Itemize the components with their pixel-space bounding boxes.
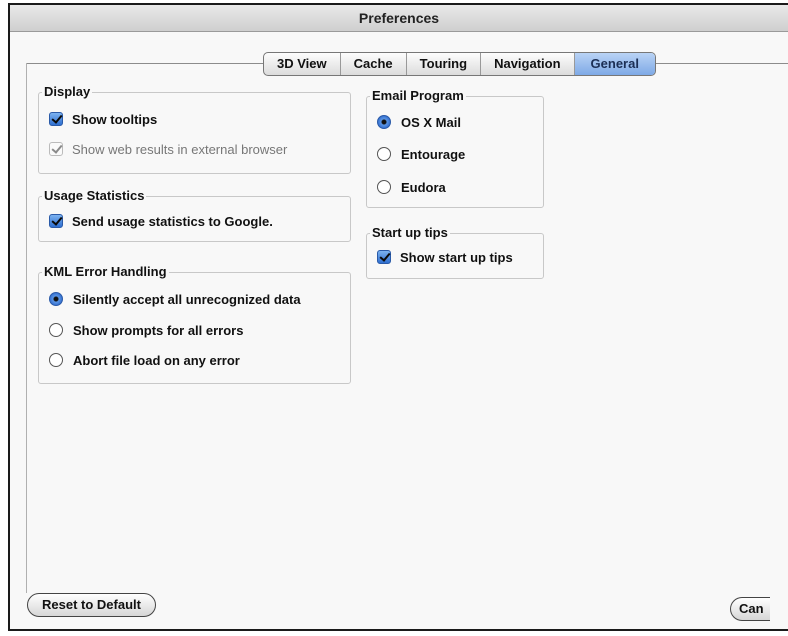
show-startup-tips-checkbox[interactable] [377, 250, 391, 264]
show-startup-tips-label: Show start up tips [400, 249, 513, 265]
usage-statistics-group: Usage Statistics Send usage statistics t… [38, 188, 351, 242]
reset-to-default-button[interactable]: Reset to Default [27, 593, 156, 617]
show-web-results-row: Show web results in external browser [49, 138, 287, 160]
kml-abort-load-radio[interactable] [49, 353, 63, 367]
show-tooltips-checkbox[interactable] [49, 112, 63, 126]
preferences-window: Preferences 3D View Cache Touring Naviga… [8, 3, 788, 631]
show-web-results-checkbox [49, 142, 63, 156]
tab-general[interactable]: General [574, 53, 655, 75]
email-program-group: Email Program OS X Mail Entourage Eudora [366, 88, 544, 208]
email-option-row[interactable]: Eudora [377, 176, 446, 198]
send-stats-checkbox[interactable] [49, 214, 63, 228]
startup-tips-group: Start up tips Show start up tips [366, 225, 544, 279]
kml-error-handling-group: KML Error Handling Silently accept all u… [38, 264, 351, 384]
show-tooltips-row[interactable]: Show tooltips [49, 108, 157, 130]
os-x-mail-radio[interactable] [377, 115, 391, 129]
send-stats-row[interactable]: Send usage statistics to Google. [49, 210, 273, 232]
tab-cache[interactable]: Cache [341, 53, 407, 75]
preferences-content: 3D View Cache Touring Navigation General… [10, 32, 788, 629]
kml-show-prompts-label: Show prompts for all errors [73, 322, 244, 338]
entourage-label: Entourage [401, 146, 466, 162]
kml-error-handling-title: KML Error Handling [42, 264, 169, 280]
tab-3d-view[interactable]: 3D View [264, 53, 341, 75]
show-web-results-label: Show web results in external browser [72, 141, 288, 157]
kml-option-row[interactable]: Abort file load on any error [49, 349, 240, 371]
kml-silently-accept-label: Silently accept all unrecognized data [73, 291, 301, 307]
send-stats-label: Send usage statistics to Google. [72, 213, 273, 229]
window-title: Preferences [10, 5, 788, 32]
kml-silently-accept-radio[interactable] [49, 292, 63, 306]
kml-abort-load-label: Abort file load on any error [73, 352, 240, 368]
kml-option-row[interactable]: Show prompts for all errors [49, 319, 243, 341]
email-option-row[interactable]: OS X Mail [377, 111, 461, 133]
startup-tips-title: Start up tips [370, 225, 450, 241]
panel-left-border [26, 63, 28, 593]
entourage-radio[interactable] [377, 147, 391, 161]
display-group-title: Display [42, 84, 93, 100]
email-program-title: Email Program [370, 88, 466, 104]
display-group: Display Show tooltips Show web results i… [38, 84, 351, 174]
tab-bar: 3D View Cache Touring Navigation General [263, 52, 656, 76]
tab-touring[interactable]: Touring [407, 53, 482, 75]
eudora-label: Eudora [401, 179, 446, 195]
show-tooltips-label: Show tooltips [72, 111, 158, 127]
kml-show-prompts-radio[interactable] [49, 323, 63, 337]
show-startup-tips-row[interactable]: Show start up tips [377, 246, 513, 268]
email-option-row[interactable]: Entourage [377, 143, 465, 165]
cancel-button[interactable]: Can [730, 597, 770, 621]
os-x-mail-label: OS X Mail [401, 114, 461, 130]
kml-option-row[interactable]: Silently accept all unrecognized data [49, 288, 301, 310]
eudora-radio[interactable] [377, 180, 391, 194]
usage-statistics-title: Usage Statistics [42, 188, 147, 204]
tab-navigation[interactable]: Navigation [481, 53, 575, 75]
